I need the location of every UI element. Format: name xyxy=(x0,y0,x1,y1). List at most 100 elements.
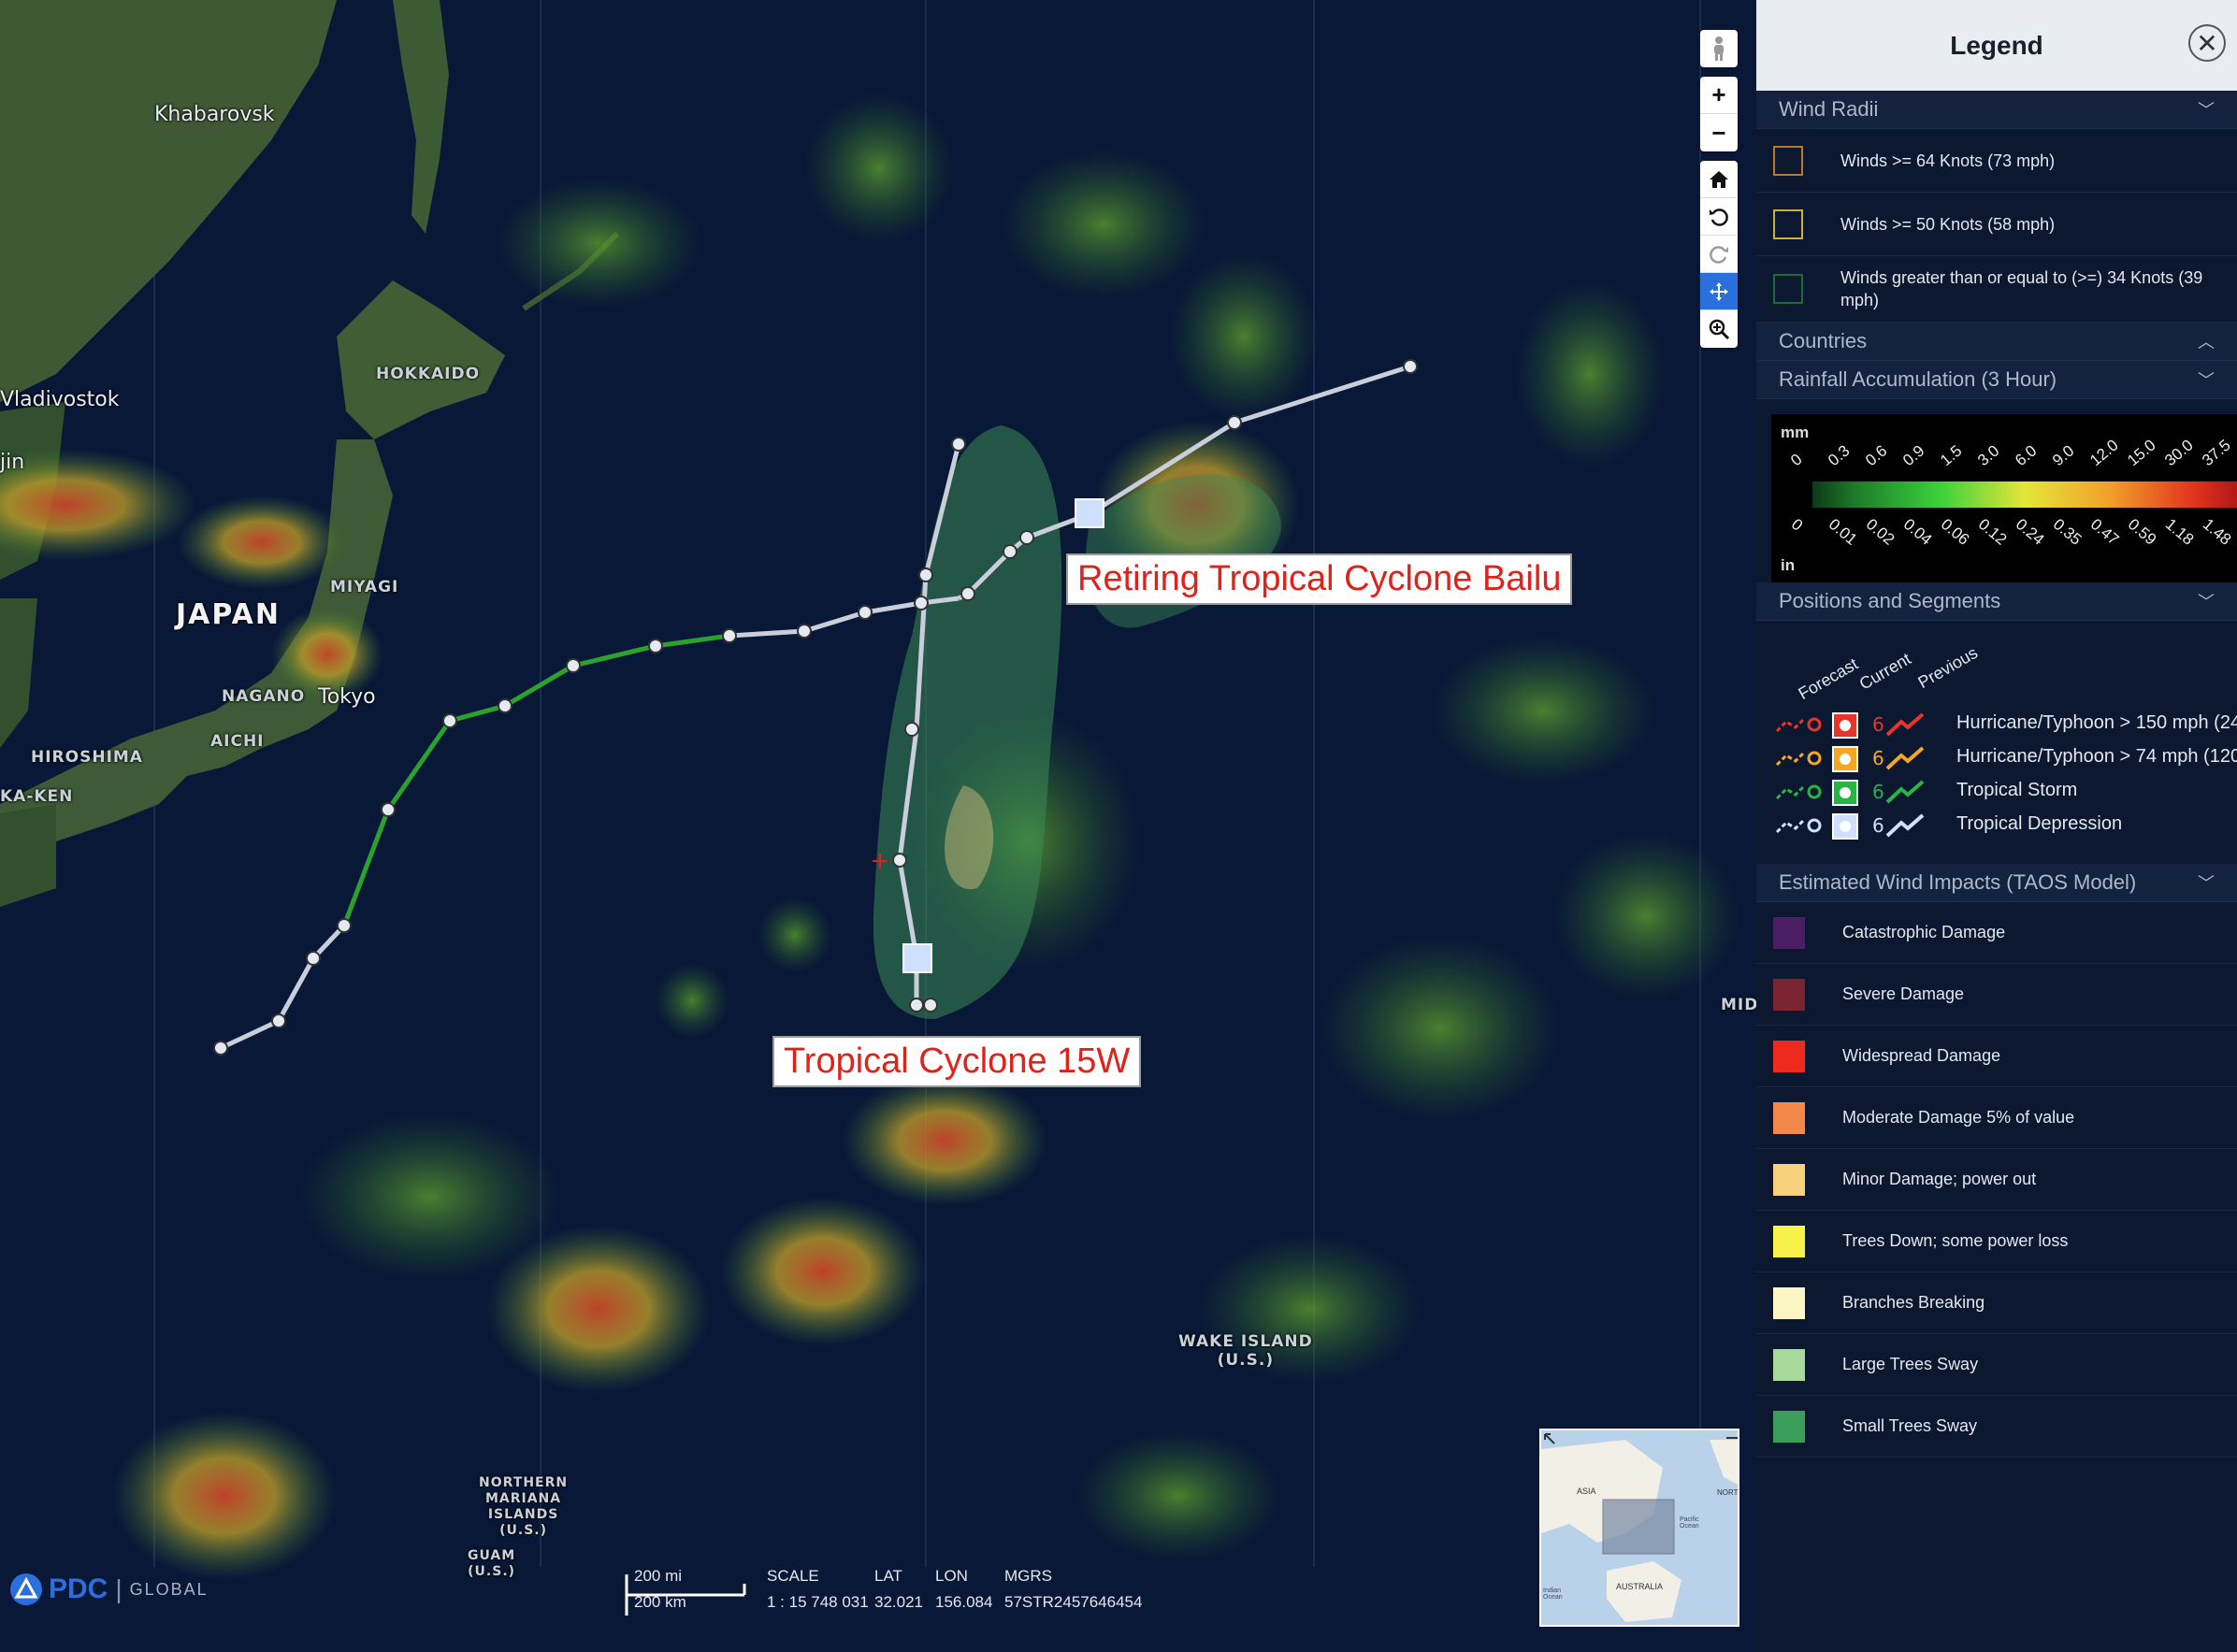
place-tokyo: Tokyo xyxy=(318,685,376,709)
impact-label: Small Trees Sway xyxy=(1842,1416,1978,1435)
overview-north: NORT xyxy=(1717,1488,1739,1497)
lat-header: LAT xyxy=(874,1567,902,1585)
place-japan: JAPAN xyxy=(176,598,281,631)
lon-value: 156.084 xyxy=(935,1593,993,1611)
home-icon xyxy=(1710,170,1728,188)
storm-label-15w[interactable]: Tropical Cyclone 15W xyxy=(772,1036,1142,1087)
impact-label: Widespread Damage xyxy=(1842,1046,2001,1065)
close-icon: ✕ xyxy=(2196,28,2218,58)
wind-radii-swatch xyxy=(1773,274,1803,304)
list-item: 6 Tropical Storm xyxy=(1756,778,2237,806)
pan-icon xyxy=(1710,281,1728,301)
place-vladivostok: Vladivostok xyxy=(0,388,120,411)
impact-swatch xyxy=(1773,1163,1805,1196)
list-item: 6 Hurricane/Typhoon > 74 mph (120 xyxy=(1756,744,2237,772)
lat-value: 32.021 xyxy=(874,1593,923,1611)
list-item: Large Trees Sway xyxy=(1756,1334,2237,1396)
section-title: Positions and Segments xyxy=(1779,589,2001,612)
list-item: Branches Breaking xyxy=(1756,1272,2237,1334)
list-item: Winds >= 64 Knots (73 mph) xyxy=(1756,129,2237,193)
zoom-in-icon: + xyxy=(1711,80,1726,108)
place-nagano: NAGANO xyxy=(222,687,306,706)
chevron-up-icon: ︿ xyxy=(2198,333,2215,352)
zoom-in-button[interactable]: + xyxy=(1700,77,1738,114)
rotate-right-button[interactable] xyxy=(1700,236,1738,273)
wind-radii-list: Winds >= 64 Knots (73 mph) Winds >= 50 K… xyxy=(1756,129,2237,323)
impact-swatch xyxy=(1773,1040,1805,1072)
tropical-storm-symbols: 6 xyxy=(1775,780,1925,806)
mgrs-value: 57STR2457646454 xyxy=(1004,1593,1143,1611)
person-icon xyxy=(1714,36,1724,61)
tropical-depression-label: Tropical Depression xyxy=(1956,813,2123,834)
storm-label-bailu[interactable]: Retiring Tropical Cyclone Bailu xyxy=(1066,553,1573,605)
impact-swatch xyxy=(1773,1348,1805,1381)
rainfall-scale: mm in 0 0.3 0.6 0.9 1.5 3.0 6.0 9.0 12.0 15.0 30.0… xyxy=(1756,399,2237,582)
section-rainfall[interactable]: Rainfall Accumulation (3 Hour) ﹀ xyxy=(1756,361,2237,399)
legend-title: Legend xyxy=(1950,30,2043,60)
place-hokkaido: HOKKAIDO xyxy=(376,365,481,383)
svg-text:6: 6 xyxy=(1872,747,1884,769)
list-item: Severe Damage xyxy=(1756,964,2237,1026)
list-item: Minor Damage; power out xyxy=(1756,1149,2237,1211)
impact-swatch xyxy=(1773,1101,1805,1134)
place-mid: MID xyxy=(1721,996,1756,1014)
impact-swatch xyxy=(1773,978,1805,1011)
section-title: Rainfall Accumulation (3 Hour) xyxy=(1779,367,2057,391)
overview-asia: ASIA xyxy=(1577,1487,1596,1496)
impact-label: Moderate Damage 5% of value xyxy=(1842,1108,2075,1127)
street-view-button[interactable] xyxy=(1700,30,1738,67)
place-miyagi: MIYAGI xyxy=(330,578,399,596)
impact-swatch xyxy=(1773,1410,1805,1443)
hurricane-150-symbols: 6 xyxy=(1775,712,1925,739)
rainfall-scale-box: mm in 0 0.3 0.6 0.9 1.5 3.0 6.0 9.0 12.0 15.0 30.0… xyxy=(1771,414,2237,582)
impact-label: Severe Damage xyxy=(1842,984,1965,1003)
map-toolbar: + − xyxy=(1700,30,1738,357)
list-item: 6 Tropical Depression xyxy=(1756,812,2237,840)
svg-text:6: 6 xyxy=(1872,814,1884,837)
list-item: Catastrophic Damage xyxy=(1756,902,2237,964)
map-canvas[interactable]: Khabarovsk Vladivostok HOKKAIDO JAPAN MI… xyxy=(0,0,1756,1652)
col-forecast: Forecast xyxy=(1795,654,1862,704)
zoom-box-button[interactable] xyxy=(1700,310,1738,348)
zoom-out-icon: − xyxy=(1711,118,1726,147)
wind-impacts-list: Catastrophic Damage Severe Damage Widesp… xyxy=(1756,902,2237,1458)
rainfall-gradient xyxy=(1812,481,2237,508)
positions-segments: Forecast Current Previous 6 Hurricane/Ty… xyxy=(1756,621,2237,864)
impact-label: Branches Breaking xyxy=(1842,1293,1985,1312)
wind-radii-swatch xyxy=(1773,145,1803,176)
scale-mi: 200 mi xyxy=(634,1567,683,1585)
impact-label: Large Trees Sway xyxy=(1842,1355,1979,1373)
section-wind-radii[interactable]: Wind Radii ﹀ xyxy=(1756,91,2237,129)
list-item: Winds greater than or equal to (>=) 34 K… xyxy=(1756,256,2237,323)
pan-button[interactable] xyxy=(1700,273,1738,310)
chevron-down-icon: ﹀ xyxy=(2198,874,2215,893)
chevron-down-icon: ﹀ xyxy=(2198,101,2215,120)
chevron-down-icon: ﹀ xyxy=(2198,371,2215,390)
impact-label: Trees Down; some power loss xyxy=(1842,1231,2069,1250)
rotate-left-button[interactable] xyxy=(1700,198,1738,236)
hurricane-150-label: Hurricane/Typhoon > 150 mph (24 xyxy=(1956,712,2237,733)
tropical-depression-symbols: 6 xyxy=(1775,813,1925,840)
section-positions[interactable]: Positions and Segments ﹀ xyxy=(1756,582,2237,621)
place-wake-island: WAKE ISLAND (U.S.) xyxy=(1178,1332,1313,1370)
section-countries[interactable]: Countries ︿ xyxy=(1756,323,2237,361)
rainfall-unit-mm: mm xyxy=(1781,424,1810,441)
zoom-out-button[interactable]: − xyxy=(1700,114,1738,151)
status-bar: 200 mi 200 km SCALE 1 : 15 748 031 LAT 3… xyxy=(0,1567,1756,1652)
impact-swatch xyxy=(1773,1225,1805,1257)
place-hiroshima: HIROSHIMA xyxy=(31,748,143,767)
legend-panel: Legend ✕ Wind Radii ﹀ Winds >= 64 Knots … xyxy=(1756,0,2237,1652)
lon-header: LON xyxy=(935,1567,968,1585)
section-wind-impacts[interactable]: Estimated Wind Impacts (TAOS Model) ﹀ xyxy=(1756,864,2237,902)
impact-swatch xyxy=(1773,1286,1805,1319)
chevron-down-icon: ﹀ xyxy=(2198,593,2215,611)
overview-collapse-button[interactable] xyxy=(1723,1430,1738,1445)
list-item: Small Trees Sway xyxy=(1756,1396,2237,1458)
col-previous: Previous xyxy=(1914,642,1982,693)
mgrs-header: MGRS xyxy=(1004,1567,1052,1585)
home-button[interactable] xyxy=(1700,161,1738,198)
list-item: Moderate Damage 5% of value xyxy=(1756,1087,2237,1149)
close-legend-button[interactable]: ✕ xyxy=(2188,24,2226,62)
place-aichi: AICHI xyxy=(210,732,265,751)
scale-km: 200 km xyxy=(634,1593,686,1611)
